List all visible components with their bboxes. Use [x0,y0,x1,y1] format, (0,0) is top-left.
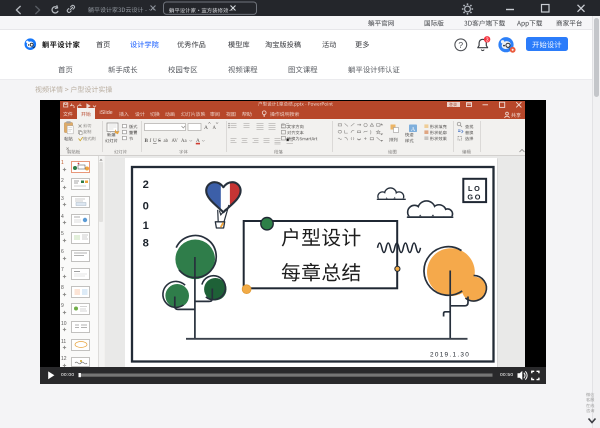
svg-text:8: 8 [143,238,149,250]
svg-text:LO: LO [468,184,482,193]
svg-text:2: 2 [143,179,149,191]
svg-text:2019.1.30: 2019.1.30 [430,351,470,358]
svg-text:1: 1 [143,220,149,232]
svg-text:0: 0 [143,200,149,212]
svg-text:GO: GO [467,193,482,202]
